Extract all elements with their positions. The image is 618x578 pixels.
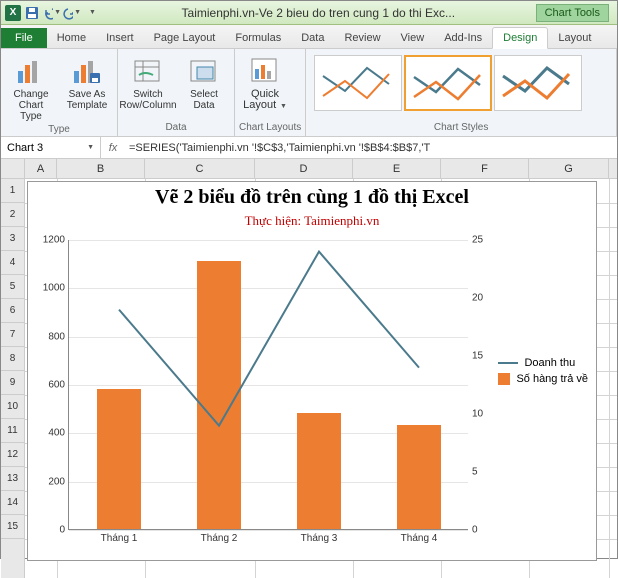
tab-data[interactable]: Data [291,28,334,48]
select-data-button[interactable]: Select Data [178,53,230,113]
quick-layout-icon [249,55,281,87]
row-header[interactable]: 9 [1,371,24,395]
y2-axis-tick: 10 [468,409,483,420]
name-box[interactable]: Chart 3▼ [1,137,101,158]
x-axis-tick: Tháng 1 [101,529,138,544]
tab-add-ins[interactable]: Add-Ins [434,28,492,48]
title-bar: X ▼ ▼ ▼ Taimienphi.vn-Ve 2 bieu do tren … [1,1,617,25]
chart-style-1[interactable] [314,55,402,111]
tab-review[interactable]: Review [334,28,390,48]
chart-legend[interactable]: Doanh thu Số hàng trả về [498,353,588,389]
ribbon: Change Chart Type Save As Template Type … [1,49,617,137]
legend-line-icon [498,362,518,364]
tab-file[interactable]: File [1,28,47,48]
ribbon-group-chart-layouts: Quick Layout ▼ Chart Layouts [235,49,306,136]
y-axis-tick: 200 [48,476,69,487]
switch-row-col-icon [132,55,164,87]
chart-style-3[interactable] [494,55,582,111]
row-header[interactable]: 6 [1,299,24,323]
y2-axis-tick: 20 [468,293,483,304]
chart-tools-contextual-tab: Chart Tools [536,4,609,22]
tab-home[interactable]: Home [47,28,96,48]
row-header[interactable]: 1 [1,179,24,203]
column-header[interactable]: B [57,159,145,178]
save-template-icon [71,55,103,87]
plot-area[interactable]: 0200400600800100012000510152025Tháng 1Th… [68,240,468,530]
y-axis-tick: 600 [48,380,69,391]
row-header[interactable]: 15 [1,515,24,539]
row-header[interactable]: 2 [1,203,24,227]
undo-icon[interactable]: ▼ [43,4,61,22]
quick-layout-button[interactable]: Quick Layout ▼ [239,53,291,114]
row-header[interactable]: 4 [1,251,24,275]
y2-axis-tick: 5 [468,467,478,478]
formula-bar: Chart 3▼ fx =SERIES('Taimienphi.vn '!$C$… [1,137,617,159]
ribbon-group-chart-styles: Chart Styles [306,49,617,136]
row-header[interactable]: 3 [1,227,24,251]
column-header[interactable]: E [353,159,441,178]
chart-subtitle[interactable]: Thực hiện: Taimienphi.vn [28,213,596,229]
row-header[interactable]: 10 [1,395,24,419]
save-as-template-button[interactable]: Save As Template [61,53,113,113]
row-headers: 123456789101112131415 [1,179,25,578]
window-title: Taimienphi.vn-Ve 2 bieu do tren cung 1 d… [101,6,536,20]
legend-item-1[interactable]: Doanh thu [498,357,588,369]
tab-page-layout[interactable]: Page Layout [144,28,226,48]
row-header[interactable]: 11 [1,419,24,443]
select-all-corner[interactable] [1,159,25,179]
save-icon[interactable] [23,4,41,22]
row-header[interactable]: 12 [1,443,24,467]
tab-view[interactable]: View [391,28,435,48]
quick-access-toolbar: X ▼ ▼ ▼ [5,4,101,22]
tab-layout[interactable]: Layout [548,28,601,48]
ribbon-tabs: File Home Insert Page Layout Formulas Da… [1,25,617,49]
row-header[interactable]: 5 [1,275,24,299]
y2-axis-tick: 0 [468,525,478,536]
chart-line-series[interactable] [119,252,419,426]
x-axis-tick: Tháng 2 [201,529,238,544]
embedded-chart[interactable]: Vẽ 2 biểu đồ trên cùng 1 đồ thị Excel Th… [27,181,597,561]
legend-item-2[interactable]: Số hàng trả về [498,373,588,385]
qat-customize-icon[interactable]: ▼ [83,4,101,22]
y-axis-tick: 1000 [43,283,69,294]
row-header[interactable]: 7 [1,323,24,347]
change-chart-type-icon [15,55,47,87]
row-header[interactable]: 13 [1,467,24,491]
grid-area[interactable]: Vẽ 2 biểu đồ trên cùng 1 đồ thị Excel Th… [25,179,617,578]
column-header[interactable]: F [441,159,529,178]
ribbon-group-type: Change Chart Type Save As Template Type [1,49,118,136]
ribbon-group-data: Switch Row/Column Select Data Data [118,49,235,136]
y-axis-tick: 800 [48,331,69,342]
column-header[interactable]: G [529,159,609,178]
tab-insert[interactable]: Insert [96,28,144,48]
worksheet: 123456789101112131415 Vẽ 2 biểu đồ trên … [1,179,617,578]
column-header[interactable]: D [255,159,353,178]
formula-input[interactable]: =SERIES('Taimienphi.vn '!$C$3,'Taimienph… [125,142,617,154]
y-axis-tick: 0 [59,525,69,536]
x-axis-tick: Tháng 3 [301,529,338,544]
redo-icon[interactable]: ▼ [63,4,81,22]
x-axis-tick: Tháng 4 [401,529,438,544]
row-header[interactable]: 8 [1,347,24,371]
row-header[interactable]: 14 [1,491,24,515]
legend-box-icon [498,373,510,385]
y-axis-tick: 1200 [43,235,69,246]
y-axis-tick: 400 [48,428,69,439]
y2-axis-tick: 25 [468,235,483,246]
column-header[interactable]: C [145,159,255,178]
excel-app-icon[interactable]: X [5,5,21,21]
y2-axis-tick: 15 [468,351,483,362]
fx-icon[interactable]: fx [101,142,125,154]
column-header[interactable]: A [25,159,57,178]
column-headers: ABCDEFG [25,159,617,179]
change-chart-type-button[interactable]: Change Chart Type [5,53,57,124]
switch-row-column-button[interactable]: Switch Row/Column [122,53,174,113]
tab-design[interactable]: Design [492,27,548,49]
chart-style-2[interactable] [404,55,492,111]
chart-title[interactable]: Vẽ 2 biểu đồ trên cùng 1 đồ thị Excel [28,182,596,213]
tab-formulas[interactable]: Formulas [225,28,291,48]
select-data-icon [188,55,220,87]
